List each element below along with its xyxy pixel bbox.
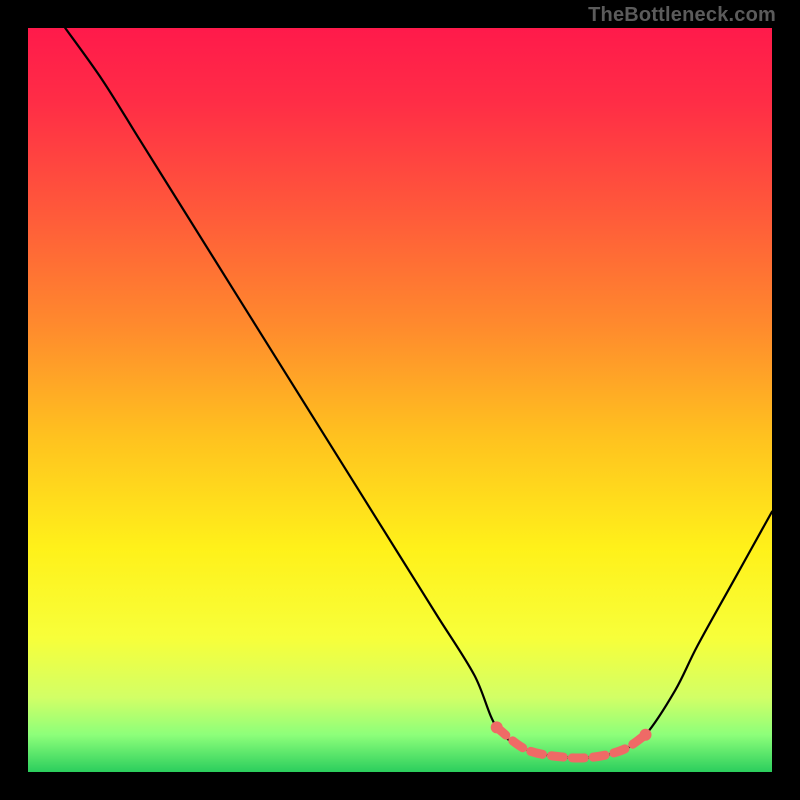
chart-frame: TheBottleneck.com — [0, 0, 800, 800]
optimal-segment-endpoint — [491, 721, 503, 733]
chart-svg — [28, 28, 772, 772]
optimal-segment-endpoint — [640, 729, 652, 741]
attribution-watermark: TheBottleneck.com — [588, 4, 776, 27]
chart-plot-area — [28, 28, 772, 772]
